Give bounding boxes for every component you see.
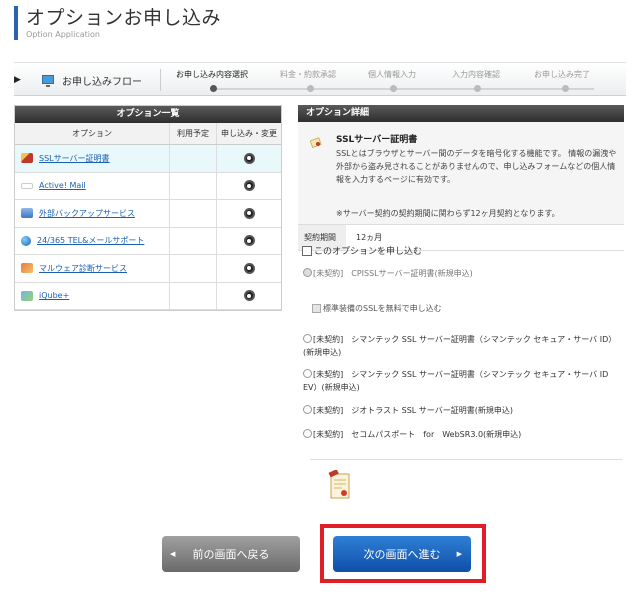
options-table-header: オプション 利用予定 申し込み・変更 xyxy=(15,123,281,145)
option-row-support[interactable]: 24/365 TEL&メールサポート xyxy=(15,227,281,255)
back-button-label: 前の画面へ戻る xyxy=(192,548,270,561)
flow-step-2-marker xyxy=(307,85,314,92)
monitor-icon xyxy=(42,75,54,87)
planned-cell xyxy=(170,145,217,172)
radio-icon[interactable] xyxy=(303,334,312,343)
flow-label: お申し込みフロー xyxy=(62,77,142,88)
flow-step-2: 料金・約款承認 xyxy=(280,70,336,79)
flow-step-3: 個人情報入力 xyxy=(368,70,416,79)
flow-arrow-icon: ▶ xyxy=(14,75,21,85)
option-row-active-mail[interactable]: Active! Mail xyxy=(15,172,281,200)
apply-radio-icon[interactable] xyxy=(243,262,255,274)
planned-cell xyxy=(170,200,217,227)
radio-icon[interactable] xyxy=(303,429,312,438)
malware-scan-icon xyxy=(21,263,33,274)
active-mail-logo xyxy=(21,182,33,189)
ssl-choice-geotrust[interactable]: [未契約] ジオトラスト SSL サーバー証明書(新規申込) xyxy=(303,404,621,417)
column-header-apply: 申し込み・変更 xyxy=(221,129,277,138)
ssl-choice-symantec-ev[interactable]: [未契約] シマンテック SSL サーバー証明書（シマンテック セキュア・サーバ… xyxy=(303,368,621,394)
option-link-active-mail[interactable]: Active! Mail xyxy=(39,181,86,190)
standard-ssl-checkbox[interactable]: 標準装備のSSLを無料で申し込む xyxy=(312,303,442,314)
apply-radio-icon[interactable] xyxy=(243,207,255,219)
option-row-backup[interactable]: 外部バックアップサービス xyxy=(15,200,281,228)
planned-cell xyxy=(170,227,217,254)
option-link-backup[interactable]: 外部バックアップサービス xyxy=(39,208,135,219)
apply-option-checkbox[interactable]: このオプションを申し込む xyxy=(302,244,422,257)
option-row-ssl[interactable]: SSLサーバー証明書 xyxy=(15,145,281,173)
ssl-choice-label: [未契約] CPISSLサーバー証明書(新規申込) xyxy=(313,269,473,278)
option-detail-title: オプション詳細 xyxy=(298,105,624,122)
flow-step-5: お申し込み完了 xyxy=(534,70,590,79)
certificate-icon xyxy=(21,153,33,164)
apply-radio-icon[interactable] xyxy=(243,290,255,302)
flow-step-1: お申し込み内容選択 xyxy=(176,70,248,79)
option-link-iqube[interactable]: iQube+ xyxy=(39,291,69,300)
flow-step-1-marker xyxy=(210,85,217,92)
flow-step-3-marker xyxy=(390,85,397,92)
option-detail-box: SSLサーバー証明書 SSLとはブラウザとサーバー間のデータを暗号化する機能です… xyxy=(298,122,624,225)
certificate-image-area xyxy=(310,459,622,509)
option-link-support[interactable]: 24/365 TEL&メールサポート xyxy=(37,235,144,246)
option-link-ssl[interactable]: SSLサーバー証明書 xyxy=(39,153,110,164)
page-title: オプションお申し込み xyxy=(26,7,222,29)
page-header: オプションお申し込み Option Application xyxy=(14,6,221,40)
ssl-choice-label: [未契約] シマンテック SSL サーバー証明書（シマンテック セキュア・サーバ… xyxy=(303,335,617,357)
column-header-planned: 利用予定 xyxy=(170,123,217,144)
flow-step-5-marker xyxy=(562,85,569,92)
options-list-title: オプション一覧 xyxy=(15,106,281,123)
radio-icon[interactable] xyxy=(303,268,312,277)
column-header-option: オプション xyxy=(15,123,170,144)
certificate-icon xyxy=(310,137,322,148)
option-name: SSLサーバー証明書 xyxy=(336,135,418,145)
flow-progress-line xyxy=(214,88,594,90)
options-list-panel: オプション一覧 オプション 利用予定 申し込み・変更 SSLサーバー証明書 Ac… xyxy=(14,105,282,311)
option-detail-panel: オプション詳細 SSLサーバー証明書 SSLとはブラウザとサーバー間のデータを暗… xyxy=(298,105,624,251)
application-flow-bar: ▶ お申し込みフロー お申し込み内容選択 料金・約款承認 個人情報入力 入力内容… xyxy=(14,62,626,96)
ssl-choice-secom[interactable]: [未契約] セコムパスポート for WebSR3.0(新規申込) xyxy=(303,428,621,441)
checkbox-icon[interactable] xyxy=(302,245,312,256)
option-row-malware[interactable]: マルウェア診断サービス xyxy=(15,255,281,283)
planned-cell xyxy=(170,172,217,199)
certificate-document-icon xyxy=(328,470,350,499)
apply-radio-icon[interactable] xyxy=(243,235,255,247)
ssl-choice-symantec-id[interactable]: [未契約] シマンテック SSL サーバー証明書（シマンテック セキュア・サーバ… xyxy=(303,333,621,359)
chevron-left-icon: ◀ xyxy=(170,550,176,558)
option-note: ※サーバー契約の契約期間に関わらず12ヶ月契約となります。 xyxy=(336,209,560,218)
flow-step-4: 入力内容確認 xyxy=(452,70,500,79)
radio-icon[interactable] xyxy=(303,405,312,414)
planned-cell xyxy=(170,255,217,282)
apply-option-label: このオプションを申し込む xyxy=(314,247,423,257)
iqube-icon xyxy=(21,290,33,301)
planned-cell xyxy=(170,282,217,309)
highlight-box xyxy=(320,524,486,583)
option-link-malware[interactable]: マルウェア診断サービス xyxy=(39,263,127,274)
support-globe-icon xyxy=(21,235,31,246)
radio-icon[interactable] xyxy=(303,369,312,378)
apply-radio-icon[interactable] xyxy=(243,152,255,164)
apply-radio-icon[interactable] xyxy=(243,180,255,192)
flow-step-4-marker xyxy=(474,85,481,92)
ssl-choice-cpissl[interactable]: [未契約] CPISSLサーバー証明書(新規申込) xyxy=(303,267,621,280)
option-row-iqube[interactable]: iQube+ xyxy=(15,282,281,310)
flow-divider xyxy=(160,69,161,91)
ssl-choice-label: [未契約] シマンテック SSL サーバー証明書（シマンテック セキュア・サーバ… xyxy=(303,370,609,392)
ssl-choice-label: [未契約] ジオトラスト SSL サーバー証明書(新規申込) xyxy=(313,406,513,415)
back-button[interactable]: ◀ 前の画面へ戻る xyxy=(162,536,300,572)
standard-ssl-label: 標準装備のSSLを無料で申し込む xyxy=(323,304,442,313)
ssl-choice-label: [未契約] セコムパスポート for WebSR3.0(新規申込) xyxy=(313,430,522,439)
page-subtitle: Option Application xyxy=(26,30,100,39)
option-description: SSLとはブラウザとサーバー間のデータを暗号化する機能です。 情報の漏洩や外部か… xyxy=(336,149,617,184)
backup-icon xyxy=(21,208,33,219)
checkbox-icon[interactable] xyxy=(312,304,321,313)
